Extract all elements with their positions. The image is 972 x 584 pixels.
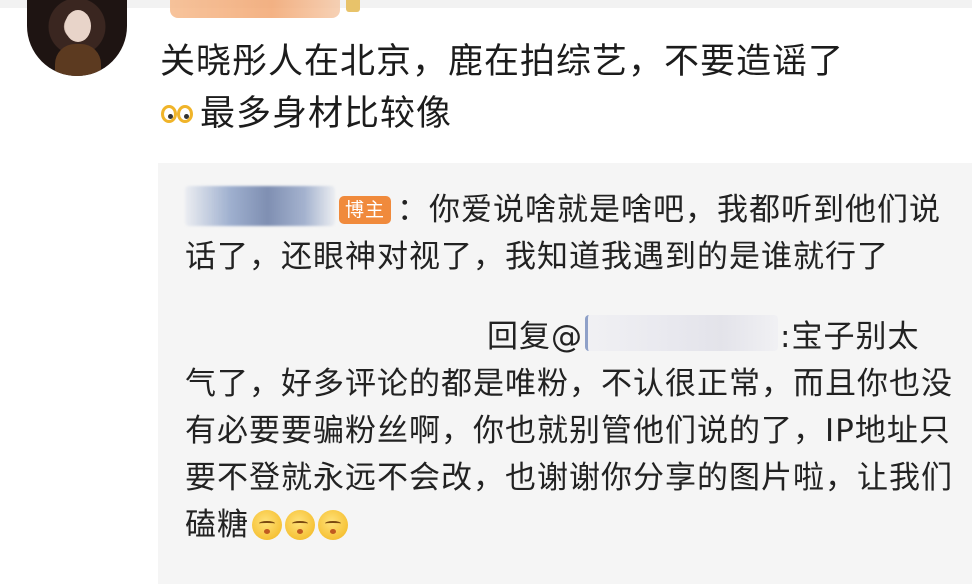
comment-line-2-text: 最多身材比较像 [200,94,453,134]
crying-eyes-icon [160,97,196,129]
reply-2-text-a: :宝子别太 [780,319,920,355]
blurred-mention-username[interactable] [585,315,778,351]
avatar-face [65,10,91,42]
reply-2: 回复@:宝子别太 气了，好多评论的都是唯粉，不认很正常，而且你也没有必要要骗粉丝… [185,314,960,549]
reply-1: 博主 ：你爱说啥就是啥吧，我都听到他们说话了，还眼神对视了，我知道我遇到的是谁就行… [185,186,960,281]
blurred-reply-username[interactable] [185,186,335,226]
reply-2-header: 回复@ :宝子别太 [185,314,960,361]
blurred-username[interactable] [170,0,340,18]
avatar-body [55,44,101,76]
comment-line-1: 关晓彤人在北京，鹿在拍综艺，不要造谣了 [160,42,845,82]
comment-line-2: 最多身材比较像 [160,88,960,140]
author-tag-badge: 博主 [339,196,392,224]
top-strip [0,0,972,8]
avatar[interactable] [27,0,127,76]
kiss-face-icon [252,510,282,540]
quoted-replies: 博主 ：你爱说啥就是啥吧，我都听到他们说话了，还眼神对视了，我知道我遇到的是谁就行… [185,186,960,549]
reply-2-prefix: 回复@ [487,319,583,355]
user-badge-icon [346,0,360,12]
kiss-face-icon [285,510,315,540]
weibo-comment-screenshot: 关晓彤人在北京，鹿在拍综艺，不要造谣了 最多身材比较像 博主 ：你爱说啥就是啥吧，… [0,0,972,584]
comment-text: 关晓彤人在北京，鹿在拍综艺，不要造谣了 最多身材比较像 [160,36,960,140]
kiss-face-icon [318,510,348,540]
